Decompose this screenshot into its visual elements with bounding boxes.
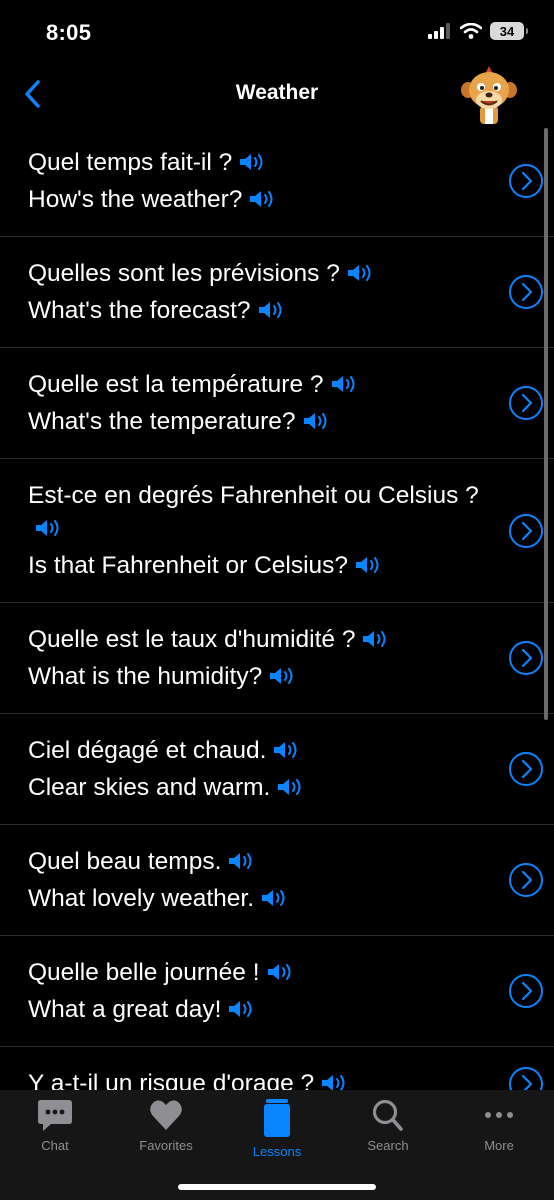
speaker-icon[interactable]: [34, 517, 64, 539]
french-phrase: Quelle est le taux d'humidité ?: [28, 623, 484, 656]
speaker-icon[interactable]: [330, 373, 360, 395]
french-phrase: Quelle est la température ?: [28, 368, 484, 401]
tab-more[interactable]: More: [444, 1098, 554, 1168]
speaker-icon[interactable]: [260, 887, 290, 909]
cellular-signal-icon: [428, 23, 450, 39]
heart-icon: [150, 1100, 182, 1130]
wifi-icon: [460, 23, 482, 39]
tab-chat[interactable]: Chat: [0, 1098, 110, 1168]
tab-label: Chat: [41, 1138, 69, 1153]
speaker-icon[interactable]: [361, 628, 391, 650]
list-item[interactable]: Quelles sont les prévisions ? What's the…: [0, 237, 554, 348]
tab-label: Favorites: [139, 1138, 193, 1153]
list-item[interactable]: Quel beau temps. What lovely weather.: [0, 825, 554, 936]
chevron-right-circle-icon[interactable]: [508, 973, 544, 1009]
home-indicator[interactable]: [178, 1184, 376, 1190]
chevron-right-circle-icon[interactable]: [508, 385, 544, 421]
speaker-icon[interactable]: [276, 776, 306, 798]
chevron-right-circle-icon[interactable]: [508, 640, 544, 676]
list-item[interactable]: Quel temps fait-il ? How's the weather?: [0, 126, 554, 237]
english-phrase: What a great day!: [28, 993, 484, 1026]
navigation-bar: Weather: [0, 64, 554, 126]
english-phrase: Is that Fahrenheit or Celsius?: [28, 549, 484, 582]
french-phrase: Quelles sont les prévisions ?: [28, 257, 484, 290]
french-phrase: Ciel dégagé et chaud.: [28, 734, 484, 767]
list-item[interactable]: Quelle est le taux d'humidité ? What is …: [0, 603, 554, 714]
english-phrase: What lovely weather.: [28, 882, 484, 915]
tab-label: Search: [367, 1138, 409, 1153]
meerkat-mascot-icon: [461, 66, 517, 124]
tab-bar: Chat Favorites Lessons Search More: [0, 1090, 554, 1200]
speaker-icon[interactable]: [320, 1072, 350, 1090]
speaker-icon[interactable]: [266, 961, 296, 983]
french-phrase: Quel temps fait-il ?: [28, 146, 484, 179]
tab-search[interactable]: Search: [333, 1098, 443, 1168]
chevron-right-circle-icon[interactable]: [508, 1066, 544, 1091]
chat-bubble-icon: [38, 1100, 72, 1131]
magnifier-icon: [372, 1099, 403, 1131]
list-item[interactable]: Y a-t-il un risque d'orage ?: [0, 1047, 554, 1090]
tab-favorites[interactable]: Favorites: [111, 1098, 221, 1168]
french-phrase: Quelle belle journée !: [28, 956, 484, 989]
chevron-right-circle-icon[interactable]: [508, 163, 544, 199]
speaker-icon[interactable]: [354, 554, 384, 576]
status-icons: 34: [428, 22, 528, 40]
phrase-list[interactable]: Quel temps fait-il ? How's the weather? …: [0, 126, 554, 1090]
english-phrase: Clear skies and warm.: [28, 771, 484, 804]
status-time: 8:05: [46, 20, 92, 45]
english-phrase: What's the forecast?: [28, 294, 484, 327]
speaker-icon[interactable]: [268, 665, 298, 687]
french-phrase: Y a-t-il un risque d'orage ?: [28, 1067, 484, 1090]
speaker-icon[interactable]: [302, 410, 332, 432]
ellipsis-icon: [485, 1112, 513, 1118]
list-item[interactable]: Quelle est la température ? What's the t…: [0, 348, 554, 459]
list-item[interactable]: Quelle belle journée ! What a great day!: [0, 936, 554, 1047]
scrollbar[interactable]: [544, 128, 548, 720]
speaker-icon[interactable]: [272, 739, 302, 761]
status-bar: 8:05 34: [0, 0, 554, 64]
speaker-icon[interactable]: [257, 299, 287, 321]
speaker-icon[interactable]: [248, 188, 278, 210]
book-stack-icon: [264, 1099, 290, 1137]
english-phrase: What is the humidity?: [28, 660, 484, 693]
chevron-right-circle-icon[interactable]: [508, 751, 544, 787]
speaker-icon[interactable]: [346, 262, 376, 284]
tab-label: More: [484, 1138, 514, 1153]
list-item[interactable]: Est-ce en degrés Fahrenheit ou Celsius ?…: [0, 459, 554, 603]
chevron-right-circle-icon[interactable]: [508, 862, 544, 898]
battery-level: 34: [499, 23, 515, 39]
english-phrase: What's the temperature?: [28, 405, 484, 438]
list-item[interactable]: Ciel dégagé et chaud. Clear skies and wa…: [0, 714, 554, 825]
chevron-right-circle-icon[interactable]: [508, 274, 544, 310]
chevron-right-circle-icon[interactable]: [508, 513, 544, 549]
speaker-icon[interactable]: [238, 151, 268, 173]
speaker-icon[interactable]: [227, 850, 257, 872]
battery-indicator: 34: [490, 22, 528, 40]
english-phrase: How's the weather?: [28, 183, 484, 216]
tab-label: Lessons: [252, 1144, 302, 1159]
french-phrase: Est-ce en degrés Fahrenheit ou Celsius ?: [28, 479, 484, 545]
tab-lessons[interactable]: Lessons: [222, 1098, 332, 1168]
french-phrase: Quel beau temps.: [28, 845, 484, 878]
speaker-icon[interactable]: [227, 998, 257, 1020]
